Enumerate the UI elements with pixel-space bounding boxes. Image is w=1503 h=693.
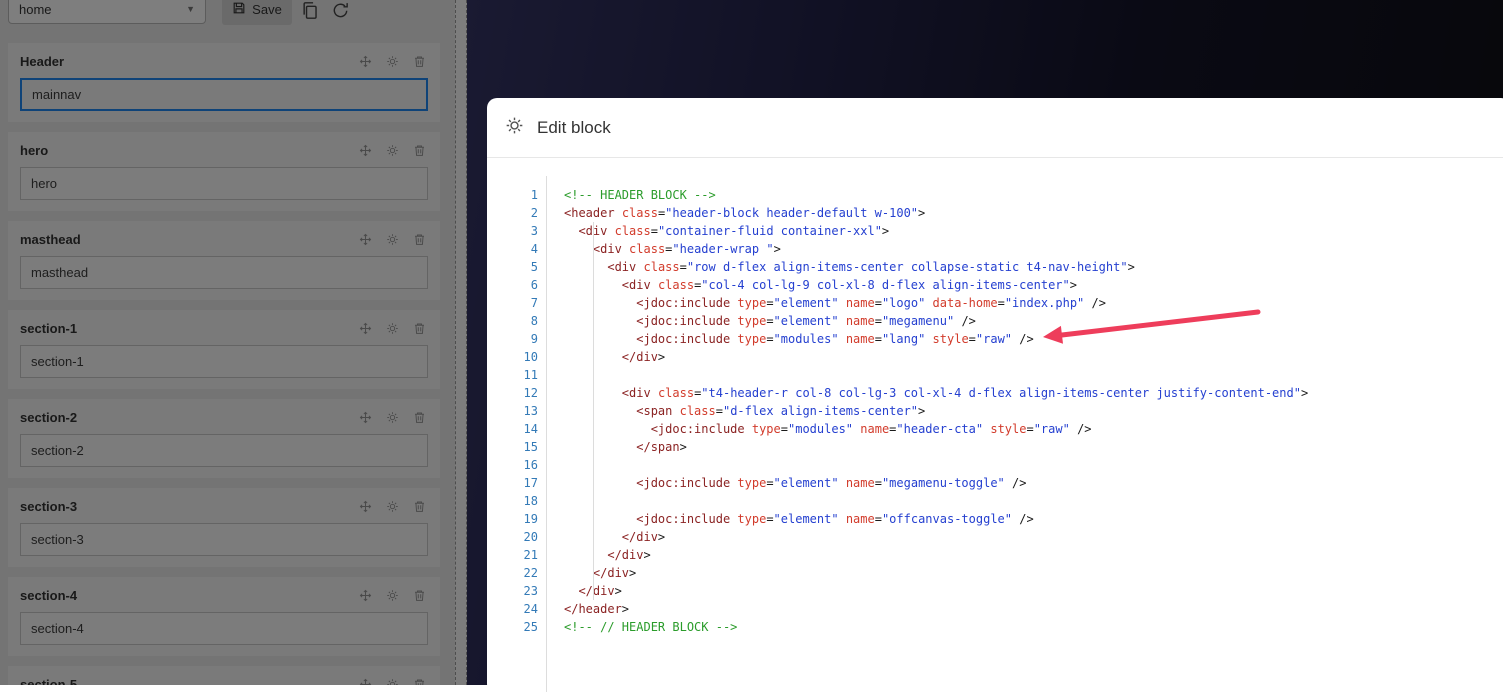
code-line[interactable]: 8 <jdoc:include type="element" name="meg… (487, 312, 1503, 330)
line-number: 22 (523, 566, 538, 580)
code-line[interactable]: 10 </div> (487, 348, 1503, 366)
modal-header: Edit block (487, 98, 1503, 158)
code-line[interactable]: 6 <div class="col-4 col-lg-9 col-xl-8 d-… (487, 276, 1503, 294)
line-number: 25 (523, 620, 538, 634)
line-number: 9 (530, 332, 538, 346)
code-line[interactable]: 18 (487, 492, 1503, 510)
code-line[interactable]: 19 <jdoc:include type="element" name="of… (487, 510, 1503, 528)
code-line[interactable]: 9 <jdoc:include type="modules" name="lan… (487, 330, 1503, 348)
line-number: 21 (523, 548, 538, 562)
code-line[interactable]: 14 <jdoc:include type="modules" name="he… (487, 420, 1503, 438)
code-line[interactable]: 25 <!-- // HEADER BLOCK --> (487, 618, 1503, 636)
line-number: 23 (523, 584, 538, 598)
gear-icon (505, 116, 524, 140)
line-number: 7 (530, 296, 538, 310)
code-line[interactable]: 11 (487, 366, 1503, 384)
indent-guide (593, 222, 594, 600)
code-line[interactable]: 16 (487, 456, 1503, 474)
code-line[interactable]: 15 </span> (487, 438, 1503, 456)
line-number: 17 (523, 476, 538, 490)
line-number: 19 (523, 512, 538, 526)
code-line[interactable]: 12 <div class="t4-header-r col-8 col-lg-… (487, 384, 1503, 402)
line-number: 16 (523, 458, 538, 472)
code-line[interactable]: 17 <jdoc:include type="element" name="me… (487, 474, 1503, 492)
gutter-separator (546, 176, 547, 692)
code-line[interactable]: 24 </header> (487, 600, 1503, 618)
line-number: 12 (523, 386, 538, 400)
code-line[interactable]: 5 <div class="row d-flex align-items-cen… (487, 258, 1503, 276)
line-number: 10 (523, 350, 538, 364)
line-number: 18 (523, 494, 538, 508)
code-line[interactable]: 21 </div> (487, 546, 1503, 564)
line-number: 11 (523, 368, 538, 382)
line-number: 15 (523, 440, 538, 454)
line-number: 20 (523, 530, 538, 544)
line-number: 8 (530, 314, 538, 328)
code-line[interactable]: 4 <div class="header-wrap "> (487, 240, 1503, 258)
code-editor[interactable]: 1 <!-- HEADER BLOCK --> 2 <header class="he… (487, 158, 1503, 692)
line-number: 3 (530, 224, 538, 238)
line-number: 14 (523, 422, 538, 436)
line-number: 2 (530, 206, 538, 220)
line-number: 13 (523, 404, 538, 418)
line-number: 24 (523, 602, 538, 616)
code-line[interactable]: 20 </div> (487, 528, 1503, 546)
edit-block-modal: Edit block 1 <!-- HEADER BLOCK --> 2 <heade… (487, 98, 1503, 693)
code-line[interactable]: 23 </div> (487, 582, 1503, 600)
modal-title: Edit block (537, 117, 611, 137)
code-line[interactable]: 1 <!-- HEADER BLOCK --> (487, 186, 1503, 204)
code-line[interactable]: 3 <div class="container-fluid container-… (487, 222, 1503, 240)
code-line[interactable]: 7 <jdoc:include type="element" name="log… (487, 294, 1503, 312)
line-number: 6 (530, 278, 538, 292)
code-line[interactable]: 13 <span class="d-flex align-items-cente… (487, 402, 1503, 420)
line-number: 4 (530, 242, 538, 256)
line-number: 1 (530, 188, 538, 202)
code-line[interactable]: 22 </div> (487, 564, 1503, 582)
line-number: 5 (530, 260, 538, 274)
code-line[interactable]: 2 <header class="header-block header-defa… (487, 204, 1503, 222)
